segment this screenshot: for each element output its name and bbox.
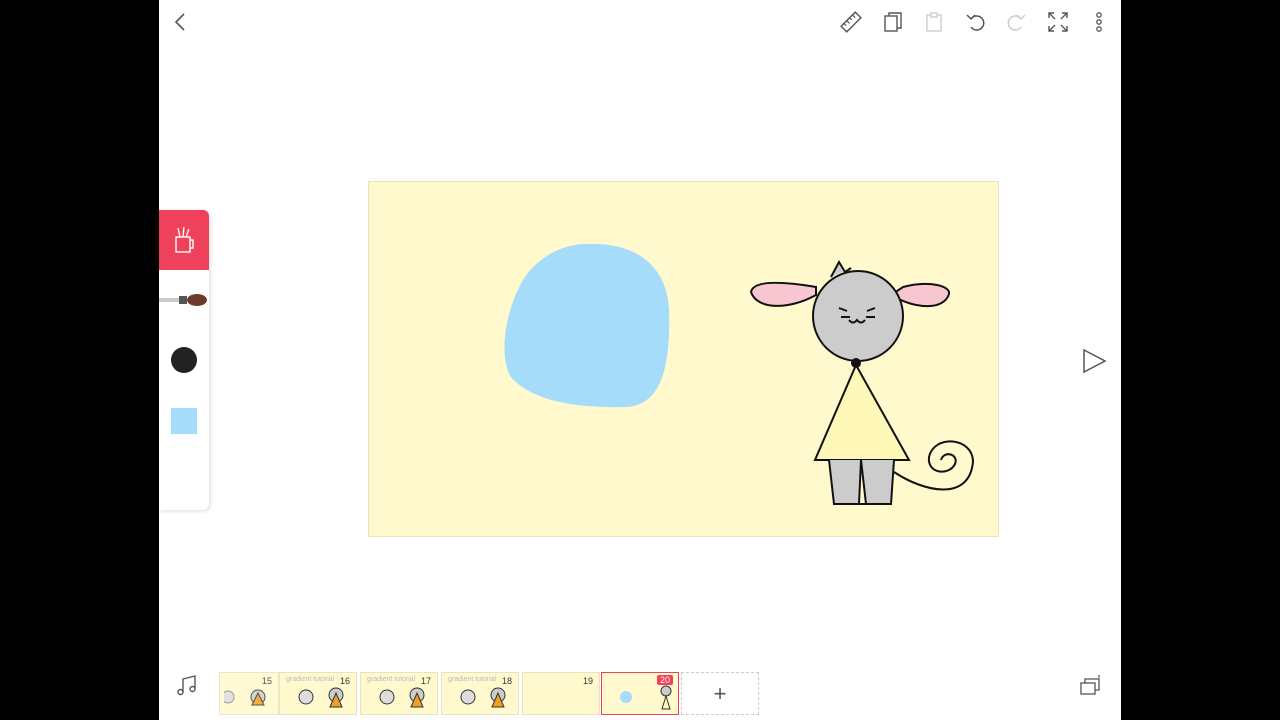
redo-icon bbox=[1007, 14, 1026, 31]
layer-color-swatch[interactable] bbox=[171, 408, 197, 434]
frame-thumbnail bbox=[379, 687, 425, 708]
layers-button[interactable] bbox=[1077, 672, 1105, 700]
frame-18[interactable]: gradient tutorial 18 bbox=[441, 672, 519, 715]
blue-blob bbox=[504, 243, 670, 408]
play-icon bbox=[1083, 348, 1107, 374]
frame-16[interactable]: gradient tutorial 16 bbox=[279, 672, 357, 715]
back-button[interactable] bbox=[169, 10, 193, 34]
drawing-canvas[interactable] bbox=[368, 181, 999, 537]
app-window: 15 gradient tutorial 16 gradient tutoria… bbox=[159, 0, 1121, 720]
frame-20[interactable]: 20 bbox=[601, 672, 679, 715]
back-icon bbox=[174, 13, 185, 31]
frame-thumbnail bbox=[460, 687, 506, 708]
more-icon bbox=[1096, 12, 1102, 32]
brush-button[interactable] bbox=[159, 288, 209, 312]
frame-thumbnail bbox=[224, 689, 266, 706]
color-picker[interactable] bbox=[171, 347, 197, 373]
brush-icon bbox=[159, 294, 207, 306]
copy-icon bbox=[884, 12, 902, 32]
tool-cup-button[interactable] bbox=[159, 210, 209, 270]
paste-icon bbox=[926, 12, 942, 32]
play-button[interactable] bbox=[1079, 346, 1109, 376]
frame-thumbnail bbox=[620, 685, 672, 710]
tool-cup-icon bbox=[175, 226, 194, 253]
ruler-icon bbox=[840, 11, 862, 33]
redo-button[interactable] bbox=[1002, 8, 1030, 36]
frame-number: 19 bbox=[582, 676, 593, 686]
music-button[interactable] bbox=[174, 673, 200, 699]
ruler-button[interactable] bbox=[837, 8, 865, 36]
copy-button[interactable] bbox=[879, 8, 907, 36]
frame-19[interactable]: 19 bbox=[522, 672, 600, 715]
frame-15[interactable]: 15 bbox=[219, 672, 279, 715]
layers-icon bbox=[1080, 675, 1100, 695]
frame-thumbnail bbox=[298, 687, 344, 708]
undo-icon bbox=[966, 14, 985, 31]
mouse-character bbox=[749, 259, 975, 505]
more-button[interactable] bbox=[1085, 8, 1113, 36]
canvas-artwork bbox=[504, 243, 975, 505]
fullscreen-button[interactable] bbox=[1044, 8, 1072, 36]
undo-button[interactable] bbox=[962, 8, 990, 36]
music-note-icon bbox=[177, 675, 196, 696]
fullscreen-icon bbox=[1048, 12, 1068, 32]
frame-17[interactable]: gradient tutorial 17 bbox=[360, 672, 438, 715]
add-frame-button[interactable]: + bbox=[681, 672, 759, 715]
plus-icon: + bbox=[713, 680, 727, 706]
tool-panel bbox=[159, 210, 209, 510]
paste-button[interactable] bbox=[920, 8, 948, 36]
